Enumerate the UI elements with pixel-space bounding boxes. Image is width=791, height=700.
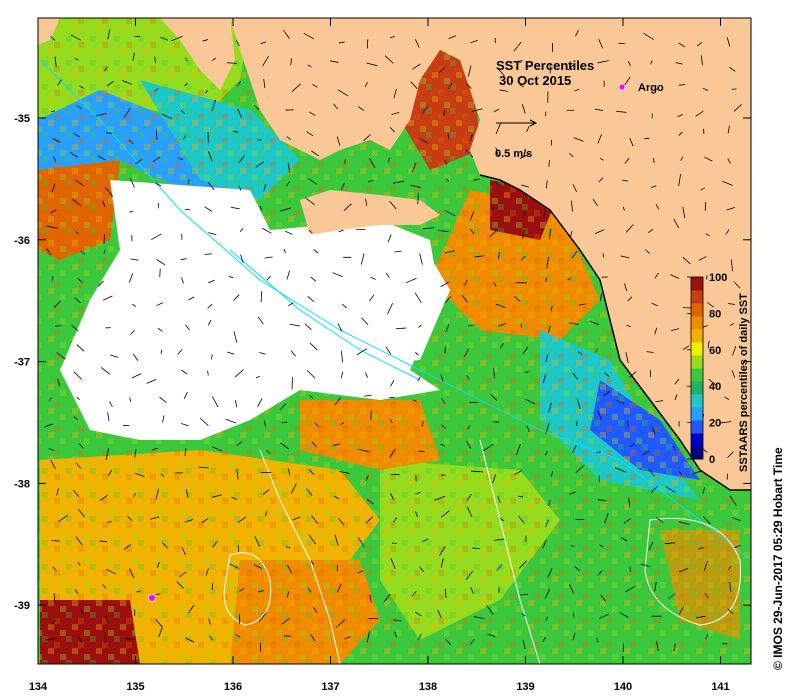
colorbar-segment — [691, 329, 703, 343]
lon-tick-label: 134 — [29, 681, 48, 693]
lat-tick-label: -39 — [14, 600, 30, 612]
current-arrow — [520, 593, 529, 596]
colorbar-segment — [691, 433, 703, 447]
argo-float-marker — [148, 594, 156, 602]
map-title: SST Percentiles — [496, 58, 594, 73]
lon-tick-label: 135 — [126, 681, 144, 693]
argo-legend-label: Argo — [638, 82, 664, 94]
sst-map: 134 135 136 137 138 139 140 141 -35 -36 -37 -38 -39… — [14, 17, 785, 693]
lat-tick-label: -35 — [14, 113, 30, 125]
colorbar-segment — [691, 316, 703, 330]
colorbar-segment — [691, 446, 703, 460]
scale-label: 0.5 m/s — [495, 148, 532, 160]
lon-tick-label: 138 — [419, 681, 437, 693]
colorbar-tick-label: 40 — [709, 381, 721, 393]
lat-tick-label: -36 — [14, 235, 30, 247]
colorbar-segment — [691, 290, 703, 304]
lon-tick-label: 139 — [516, 681, 534, 693]
colorbar-tick-label: 80 — [709, 308, 721, 320]
lat-tick-label: -37 — [14, 357, 30, 369]
lat-tick-label: -38 — [14, 478, 30, 490]
map-date: 30 Oct 2015 — [499, 73, 571, 88]
colorbar-segment — [691, 355, 703, 369]
argo-marker-icon — [618, 83, 626, 91]
colorbar — [690, 276, 704, 460]
colorbar-tick-label: 20 — [709, 418, 721, 430]
colorbar-tick-label: 100 — [709, 272, 727, 284]
current-arrow — [391, 542, 397, 544]
colorbar-segment — [691, 394, 703, 408]
lon-tick-label: 141 — [711, 681, 729, 693]
colorbar-segment — [691, 407, 703, 421]
credit-text: © IMOS 29-Jun-2017 05:29 Hobart Time — [771, 447, 785, 670]
current-arrow — [159, 268, 161, 278]
lon-tick-label: 136 — [224, 681, 242, 693]
colorbar-tick-label: 0 — [709, 454, 715, 466]
colorbar-label: SSTAARS percentiles of daily SST — [738, 293, 750, 472]
current-arrow — [336, 564, 339, 572]
colorbar-tick-label: 60 — [709, 345, 721, 357]
current-arrow — [281, 421, 288, 424]
current-arrow — [390, 473, 400, 476]
lon-tick-label: 137 — [321, 681, 339, 693]
colorbar-segment — [691, 368, 703, 382]
lon-tick-label: 140 — [614, 681, 632, 693]
current-arrow — [366, 39, 369, 49]
colorbar-segment — [691, 277, 703, 291]
colorbar-segment — [691, 381, 703, 395]
colorbar-segment — [691, 342, 703, 356]
colorbar-segment — [691, 303, 703, 317]
colorbar-segment — [691, 420, 703, 434]
current-arrow — [226, 62, 237, 64]
